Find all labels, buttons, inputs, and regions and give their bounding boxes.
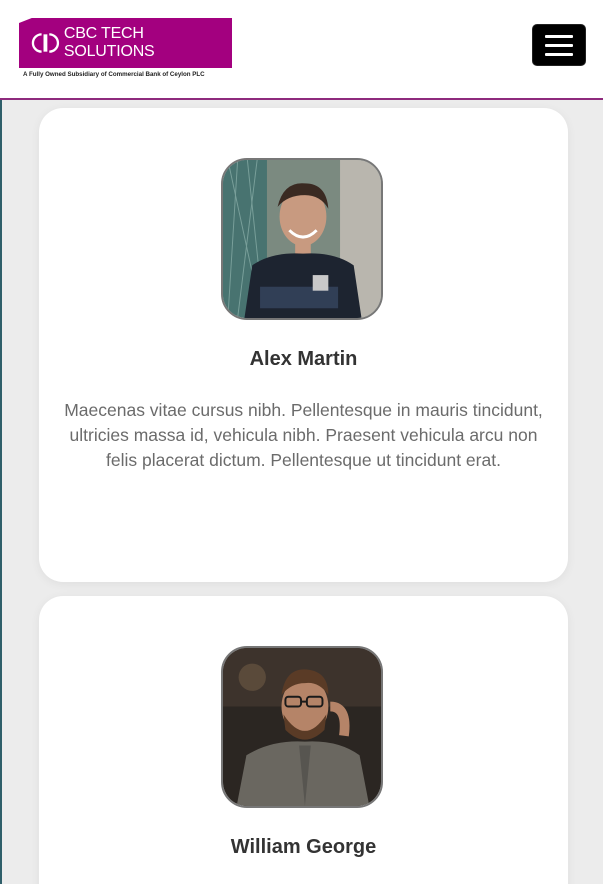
team-member-card: Alex Martin Maecenas vitae cursus nibh. … bbox=[39, 108, 568, 582]
avatar bbox=[221, 646, 383, 808]
hamburger-menu-icon bbox=[545, 52, 573, 56]
member-photo bbox=[223, 648, 381, 806]
hamburger-menu-icon bbox=[545, 34, 573, 38]
brand-tagline: A Fully Owned Subsidiary of Commercial B… bbox=[23, 71, 205, 78]
team-member-card: William George bbox=[39, 596, 568, 884]
company-logo[interactable]: CBC TECH SOLUTIONS A Fully Owned Subsidi… bbox=[19, 18, 233, 82]
brand-name: CBC TECH SOLUTIONS bbox=[63, 25, 155, 60]
site-header: CBC TECH SOLUTIONS A Fully Owned Subsidi… bbox=[0, 0, 603, 100]
logo-mark-icon bbox=[31, 33, 60, 53]
avatar bbox=[221, 158, 383, 320]
logo-banner: CBC TECH SOLUTIONS bbox=[19, 18, 232, 68]
member-bio: Maecenas vitae cursus nibh. Pellentesque… bbox=[64, 400, 543, 470]
member-photo bbox=[223, 160, 381, 318]
member-name: William George bbox=[230, 836, 377, 858]
hamburger-menu-icon bbox=[545, 43, 573, 47]
menu-toggle-button[interactable] bbox=[532, 24, 586, 66]
member-name: Alex Martin bbox=[249, 348, 358, 370]
page-left-edge bbox=[0, 100, 2, 884]
